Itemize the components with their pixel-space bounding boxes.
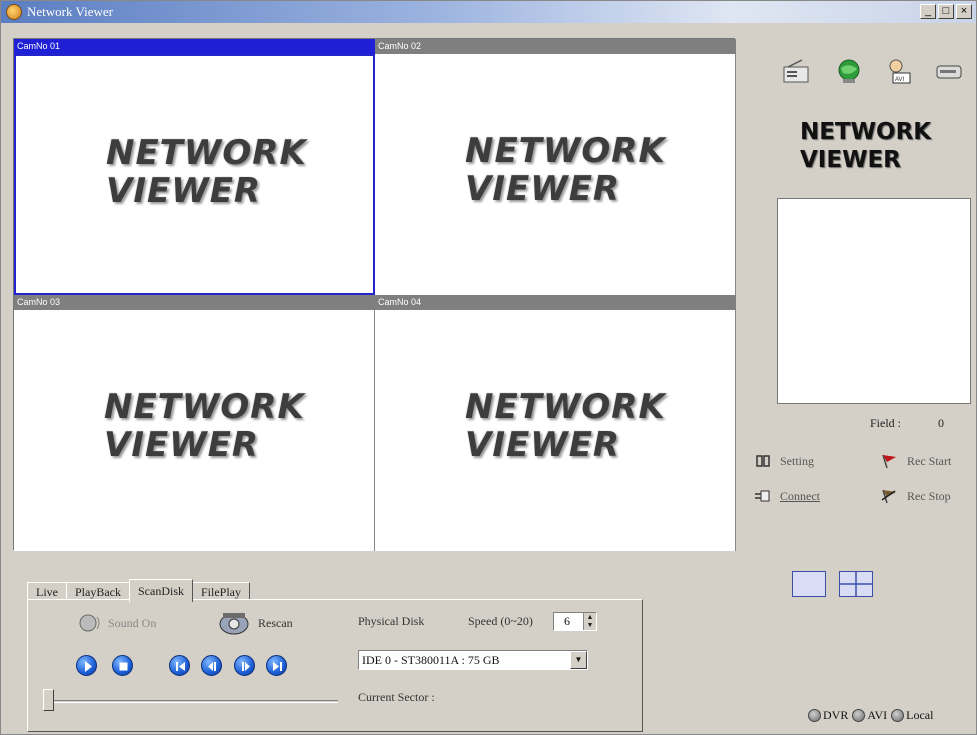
network-viewer-logo: NETWORK VIEWER: [465, 387, 666, 465]
dvr-device-icon[interactable]: [782, 58, 810, 84]
camera-display: NETWORK VIEWER: [14, 310, 375, 551]
spinner-arrows-icon[interactable]: ▲ ▼: [583, 613, 596, 630]
skip-back-button[interactable]: [169, 655, 190, 676]
camera-view-4[interactable]: CamNo 04 NETWORK VIEWER: [375, 295, 736, 551]
radio-button-icon: [891, 709, 905, 722]
setting-button[interactable]: Setting: [754, 453, 814, 469]
selected-disk: IDE 0 - ST380011A : 75 GB: [362, 653, 500, 667]
field-value: 0: [938, 416, 944, 430]
camera-view-2[interactable]: CamNo 02 NETWORK VIEWER: [375, 39, 736, 295]
chevron-down-icon[interactable]: ▼: [570, 651, 587, 669]
restore-button[interactable]: □: [938, 4, 954, 19]
quad-view-button[interactable]: [839, 571, 873, 597]
camera-display: NETWORK VIEWER: [14, 54, 375, 295]
single-view-button[interactable]: [792, 571, 826, 597]
avi-export-icon[interactable]: AVI: [885, 58, 913, 84]
speed-spinner[interactable]: 6 ▲ ▼: [553, 612, 597, 631]
rescan-label: Rescan: [258, 615, 293, 630]
connect-button[interactable]: Connect: [754, 488, 820, 504]
speed-value: 6: [564, 614, 570, 628]
play-icon: [85, 661, 92, 672]
camera-label: CamNo 02: [375, 39, 736, 54]
rec-stop-button[interactable]: Rec Stop: [879, 488, 951, 504]
storage-drive-icon[interactable]: [935, 58, 963, 84]
current-sector-label: Current Sector :: [358, 690, 435, 704]
stop-button[interactable]: [112, 655, 133, 676]
setting-label: Setting: [780, 453, 815, 468]
camera-view-3[interactable]: CamNo 03 NETWORK VIEWER: [14, 295, 375, 551]
network-globe-icon[interactable]: [835, 58, 863, 84]
disk-controls: 6 ▲ ▼ IDE 0 - ST380011A : 75 GB ▼: [358, 600, 618, 690]
setting-icon: [756, 455, 770, 467]
network-viewer-logo: NETWORK VIEWER: [465, 131, 666, 209]
camera-label: CamNo 04: [375, 295, 736, 310]
physical-disk-select[interactable]: IDE 0 - ST380011A : 75 GB ▼: [358, 650, 588, 670]
title-bar[interactable]: Network Viewer _ □ ×: [1, 1, 976, 23]
scandisk-panel: Sound On Rescan Physical Disk Speed (0~2…: [27, 599, 643, 732]
preview-pane: [777, 198, 971, 404]
rescan-button[interactable]: Rescan: [218, 610, 293, 636]
app-icon: [6, 4, 22, 20]
tab-scandisk[interactable]: ScanDisk: [129, 579, 193, 602]
stop-flag-icon: [881, 489, 896, 504]
rec-start-label: Rec Start: [907, 453, 952, 468]
camera-view-1[interactable]: CamNo 01 NETWORK VIEWER: [14, 39, 375, 295]
red-flag-icon: [882, 454, 896, 469]
field-label: Field :: [870, 416, 902, 430]
rec-start-button[interactable]: Rec Start: [879, 453, 951, 469]
speaker-icon: [79, 614, 100, 632]
close-button[interactable]: ×: [956, 4, 972, 19]
position-slider-thumb[interactable]: [43, 689, 54, 711]
product-title: NETWORK VIEWER: [800, 119, 932, 173]
skip-forward-icon: [273, 662, 282, 671]
network-viewer-logo: NETWORK VIEWER: [106, 133, 307, 211]
minimize-button[interactable]: _: [920, 4, 936, 19]
step-back-icon: [208, 662, 216, 671]
step-forward-button[interactable]: [234, 655, 255, 676]
step-forward-icon: [242, 662, 250, 671]
radio-dvr[interactable]: DVR: [808, 708, 848, 723]
radio-local[interactable]: Local: [891, 708, 933, 723]
hard-disk-icon: [219, 613, 249, 635]
sound-on-label: Sound On: [108, 615, 157, 630]
connect-plug-icon: [755, 490, 770, 502]
radio-button-icon: [808, 709, 821, 722]
camera-grid: CamNo 01 NETWORK VIEWER CamNo 02 NETWORK V…: [13, 38, 736, 551]
camera-display: NETWORK VIEWER: [375, 54, 736, 295]
camera-display: NETWORK VIEWER: [375, 310, 736, 551]
control-panel: AVI NETWORK VIEWER Field : 0 Setting Conn…: [746, 38, 976, 733]
position-slider-track: [46, 700, 338, 703]
camera-label: CamNo 03: [14, 295, 375, 310]
network-viewer-window: Network Viewer _ □ × CamNo 01 NETWORK VIE…: [0, 0, 977, 735]
skip-back-icon: [176, 662, 185, 671]
skip-forward-button[interactable]: [266, 655, 287, 676]
window-title: Network Viewer: [27, 4, 113, 19]
sound-on-button[interactable]: Sound On: [78, 612, 156, 634]
camera-label: CamNo 01: [14, 39, 375, 54]
step-back-button[interactable]: [201, 655, 222, 676]
radio-button-icon: [852, 709, 866, 722]
play-button[interactable]: [76, 655, 97, 676]
network-viewer-logo: NETWORK VIEWER: [104, 387, 305, 465]
stop-icon: [119, 662, 128, 671]
radio-avi[interactable]: AVI: [852, 708, 887, 723]
window-controls: _ □ ×: [920, 4, 972, 19]
connect-label: Connect: [780, 488, 820, 503]
rec-stop-label: Rec Stop: [907, 488, 951, 503]
svg-text:AVI: AVI: [895, 77, 905, 83]
source-radio-group: DVR AVI Local: [808, 708, 933, 723]
